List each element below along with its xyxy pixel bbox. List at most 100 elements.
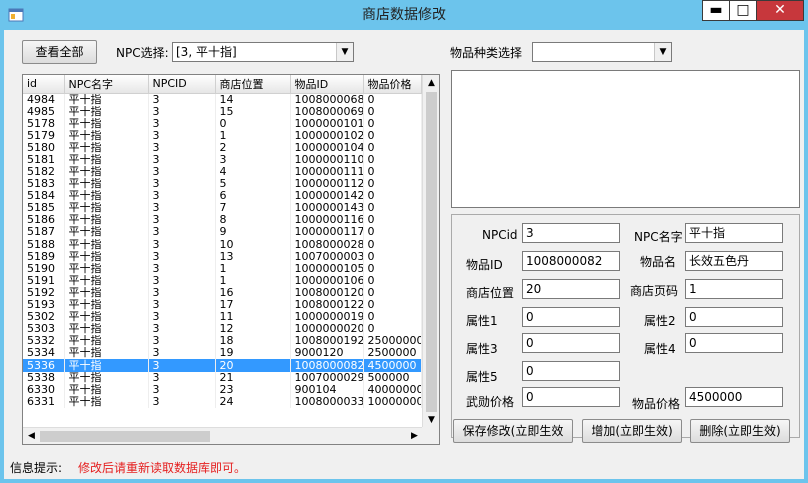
scroll-right-icon[interactable]: ▶ [406, 428, 423, 444]
table-cell: 4500000 [363, 359, 422, 372]
table-cell: 3 [148, 129, 216, 142]
column-header-npc-name[interactable]: NPC名字 [64, 75, 149, 94]
scroll-left-icon[interactable]: ◀ [23, 428, 40, 444]
shop-position-field[interactable]: 20 [522, 279, 620, 299]
table-row[interactable]: 6331 平十指 3 24 1008000033 10000000 [23, 395, 422, 408]
table-cell: 2500000 [363, 347, 422, 360]
table-row[interactable]: 6330平十指323900104400000000 [23, 383, 422, 396]
table-row[interactable]: 5302 平十指 3 11 1000000019 0 [23, 311, 422, 324]
table-cell: 1000000116 [290, 214, 364, 227]
table-row[interactable]: 5188 平十指 3 10 1008000028 0 [23, 238, 422, 251]
attr3-field[interactable]: 0 [522, 333, 620, 353]
table-cell: 9 [215, 226, 291, 239]
table-row[interactable]: 5182 平十指 3 4 1000000111 0 [23, 165, 422, 179]
attr2-field[interactable]: 0 [685, 307, 783, 327]
table-row[interactable]: 5334 平十指 3 19 9000120 2500000 [23, 347, 422, 360]
table-row[interactable]: 5185 平十指 3 7 1000000143 0 [23, 202, 422, 215]
table-cell: 5182 [23, 165, 65, 179]
table-row[interactable]: 5189 平十指 3 13 1007000003 0 [23, 250, 422, 263]
table-cell: 平十指 [64, 335, 149, 348]
column-header-id[interactable]: id [23, 75, 65, 94]
table-cell: 1008000082 [290, 359, 364, 372]
table-row[interactable]: 5336 平十指 3 20 1008000082 4500000 [23, 359, 422, 372]
table-cell: 5332 [23, 335, 65, 348]
table-row[interactable]: 5193 平十指 3 17 1008000122 0 [23, 299, 422, 312]
table-cell: 5181 [23, 153, 65, 166]
table-row[interactable]: 5179 平十指 3 1 1000000102 0 [23, 129, 422, 142]
table-cell: 1007000003 [290, 250, 364, 263]
table-row[interactable]: 5178 平十指 3 0 1000000101 0 [23, 117, 422, 130]
scroll-up-icon[interactable]: ▲ [423, 75, 439, 92]
save-button[interactable]: 保存修改(立即生效 [453, 419, 573, 443]
table-cell: 5186 [23, 214, 65, 227]
minimize-button[interactable]: ▬ [702, 0, 730, 21]
scrollbar-corner [422, 427, 439, 444]
table-cell: 1008000033 [290, 395, 364, 408]
table-cell: 0 [363, 117, 422, 130]
shop-data-grid[interactable]: id NPC名字 NPCID 商店位置 物品ID 物品价格 4984 平十指 3 14… [22, 74, 440, 445]
table-cell: 23 [215, 383, 291, 396]
table-cell: 3 [148, 299, 216, 312]
table-cell: 平十指 [64, 105, 149, 118]
table-cell: 3 [148, 93, 216, 106]
item-type-select[interactable]: ▼ [532, 42, 672, 62]
table-row[interactable]: 4984 平十指 3 14 1008000068 0 [23, 93, 422, 106]
attr5-field[interactable]: 0 [522, 361, 620, 381]
info-textarea[interactable] [451, 70, 800, 208]
table-row[interactable]: 5191 平十指 3 1 1000000106 0 [23, 274, 422, 287]
table-row[interactable]: 5338 平十指 3 21 1007000029 500000 [23, 371, 422, 384]
shop-page-field[interactable]: 1 [685, 279, 783, 299]
vertical-scrollbar[interactable]: ▲ ▼ [422, 75, 439, 429]
item-edit-group: NPCid 3 NPC名字 平十指 物品ID 1008000082 物品名 长效… [451, 214, 800, 438]
delete-button[interactable]: 删除(立即生效) [690, 419, 790, 443]
column-header-shop-position[interactable]: 商店位置 [215, 75, 291, 94]
table-cell: 0 [363, 202, 422, 215]
table-row[interactable]: 5183 平十指 3 5 1000000112 0 [23, 178, 422, 191]
column-header-item-price[interactable]: 物品价格 [363, 75, 422, 94]
table-cell: 5180 [23, 141, 65, 154]
table-cell: 1000000104 [290, 141, 364, 154]
npc-select[interactable]: [3, 平十指] ▼ [172, 42, 354, 62]
maximize-button[interactable]: □ [729, 0, 757, 21]
table-cell: 20 [215, 359, 291, 372]
table-row[interactable]: 5186 平十指 3 8 1000000116 0 [23, 214, 422, 227]
item-id-field[interactable]: 1008000082 [522, 251, 620, 271]
table-row[interactable]: 5190 平十指 3 1 1000000105 0 [23, 262, 422, 275]
add-button[interactable]: 增加(立即生效) [582, 419, 682, 443]
attr1-field[interactable]: 0 [522, 307, 620, 327]
table-cell: 8 [215, 214, 291, 227]
table-cell: 25000000 [363, 335, 422, 348]
view-all-button[interactable]: 查看全部 [22, 40, 97, 64]
attr4-label: 属性4 [644, 342, 676, 356]
table-row[interactable]: 5192 平十指 3 16 1008000120 0 [23, 286, 422, 299]
npcid-field[interactable]: 3 [522, 223, 620, 243]
table-row[interactable]: 5181 平十指 3 3 1000000110 0 [23, 153, 422, 166]
npc-name-field[interactable]: 平十指 [685, 223, 783, 243]
column-header-item-id[interactable]: 物品ID [290, 75, 364, 94]
table-row[interactable]: 5332 平十指 3 18 1008000192 25000000 [23, 335, 422, 348]
table-cell: 3 [148, 335, 216, 348]
table-row[interactable]: 5180 平十指 3 2 1000000104 0 [23, 141, 422, 154]
table-cell: 平十指 [64, 299, 149, 312]
table-cell: 0 [215, 117, 291, 130]
horizontal-scroll-thumb[interactable] [40, 431, 210, 442]
table-cell: 3 [148, 359, 216, 372]
table-row[interactable]: 4985 平十指 3 15 1008000069 0 [23, 105, 422, 118]
table-row[interactable]: 5303 平十指 3 12 1000000020 0 [23, 323, 422, 336]
horizontal-scrollbar[interactable]: ◀ ▶ [23, 427, 423, 444]
item-name-field[interactable]: 长效五色丹 [685, 251, 783, 271]
close-button[interactable]: ✕ [756, 0, 804, 21]
table-row[interactable]: 5187 平十指 3 9 1000000117 0 [23, 226, 422, 239]
title-bar: 商店数据修改 ▬ □ ✕ [0, 0, 808, 30]
wuxun-price-field[interactable]: 0 [522, 387, 620, 407]
table-cell: 3 [148, 153, 216, 166]
table-row[interactable]: 5184 平十指 3 6 1000000142 0 [23, 190, 422, 203]
table-cell: 0 [363, 105, 422, 118]
npcid-label: NPCid [482, 228, 518, 242]
table-cell: 1000000020 [290, 323, 364, 336]
attr4-field[interactable]: 0 [685, 333, 783, 353]
item-price-field[interactable]: 4500000 [685, 387, 783, 407]
vertical-scroll-thumb[interactable] [426, 92, 437, 412]
column-header-npcid[interactable]: NPCID [148, 75, 216, 94]
table-cell: 500000 [363, 371, 422, 384]
